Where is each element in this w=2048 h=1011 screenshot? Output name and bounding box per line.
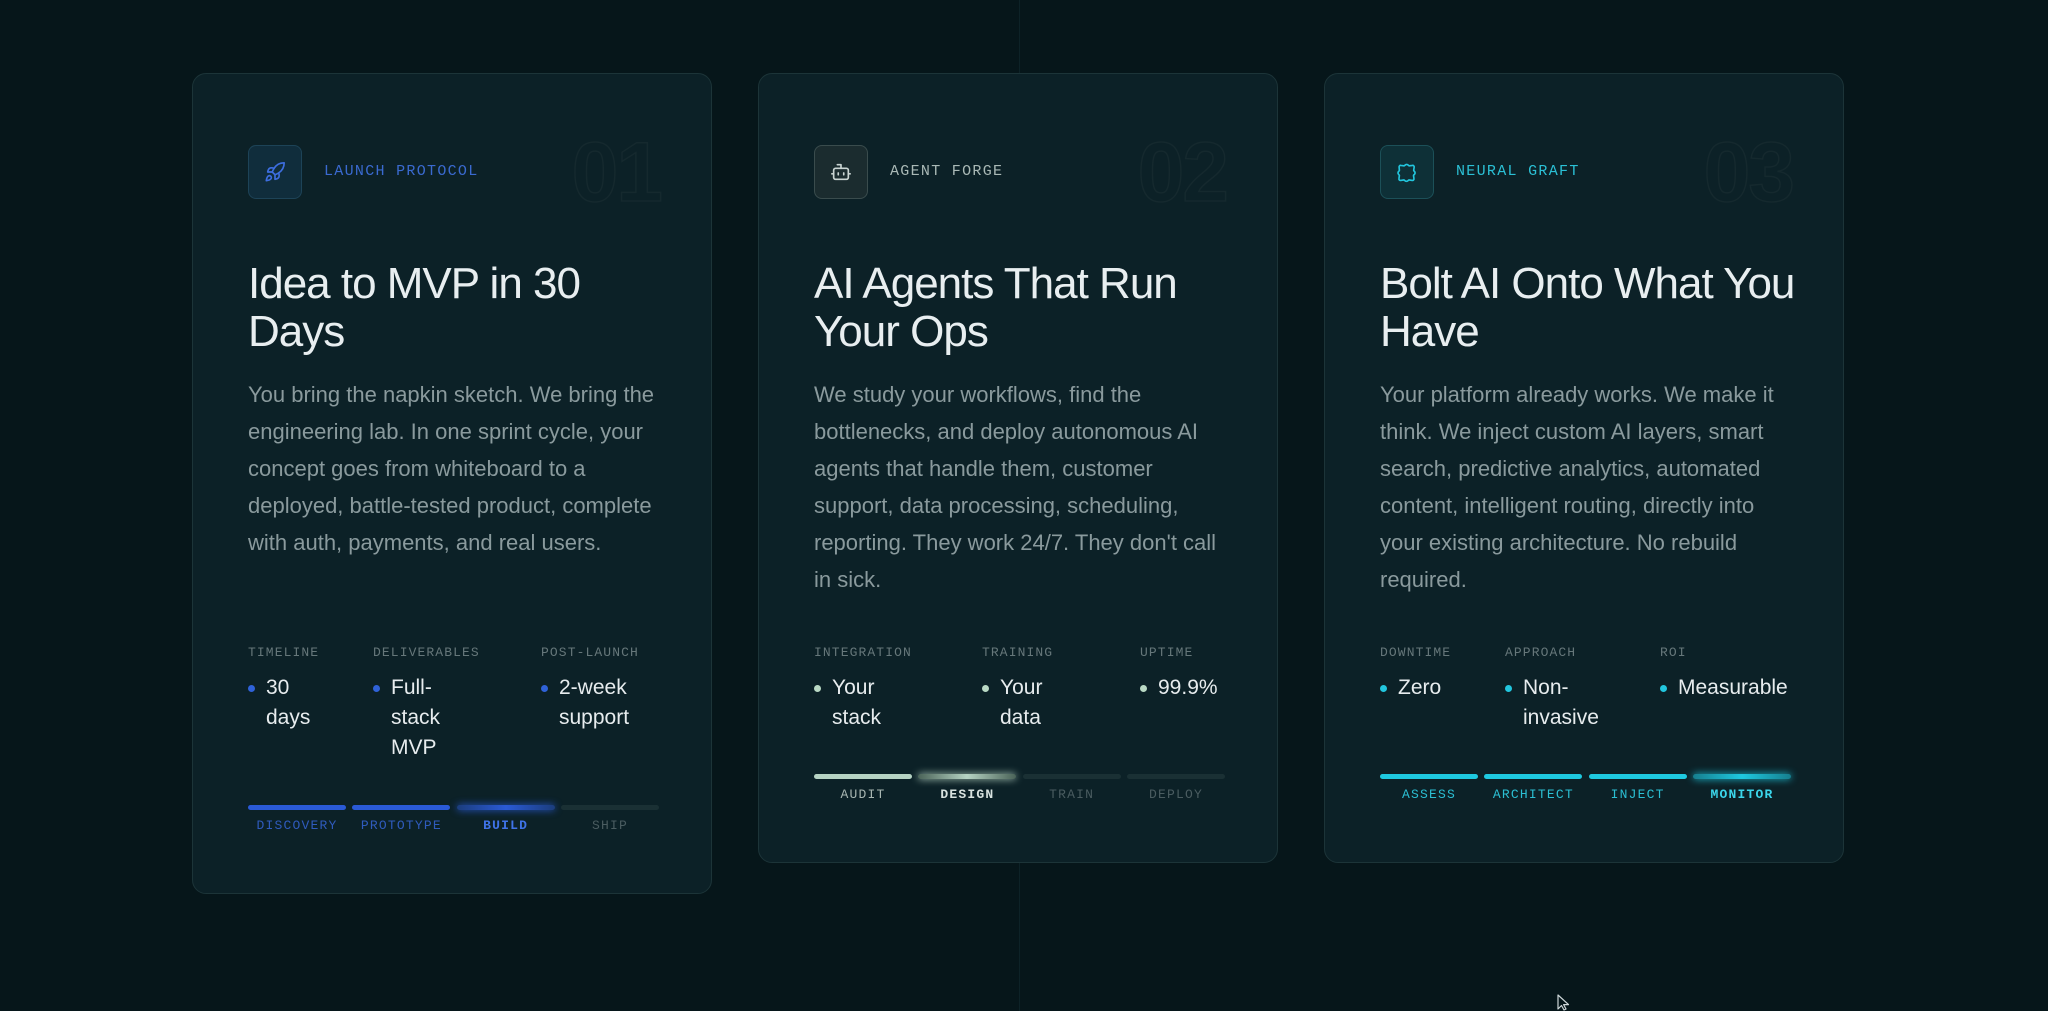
step-bar <box>352 805 451 810</box>
stat-label: INTEGRATION <box>814 645 912 660</box>
stat-label: ROI <box>1660 645 1687 660</box>
card-description: Your platform already works. We make it … <box>1380 382 1774 592</box>
step-build: BUILD <box>456 805 555 834</box>
bullet-dot <box>373 685 380 692</box>
stat-value: Your stack <box>832 676 882 729</box>
service-card-agent-forge[interactable]: AGENT FORGE 02 AI Agents That Run Your O… <box>758 73 1278 863</box>
stat-integration: INTEGRATION Your stack <box>814 645 982 733</box>
step-bar <box>1484 774 1583 779</box>
step-label: MONITOR <box>1710 787 1774 802</box>
bullet-dot <box>1380 685 1387 692</box>
step-assess: ASSESS <box>1380 774 1478 803</box>
step-label: SHIP <box>591 818 628 833</box>
step-ship: SHIP <box>560 805 659 834</box>
stat-label: APPROACH <box>1505 645 1577 660</box>
step-audit: AUDIT <box>814 774 912 803</box>
stat-uptime: UPTIME 99.9% <box>1140 645 1235 733</box>
stat-value: Measurable <box>1678 676 1788 699</box>
bullet-dot <box>982 685 989 692</box>
step-architect: ARCHITECT <box>1484 774 1583 803</box>
step-bar <box>560 805 659 810</box>
stat-label: UPTIME <box>1140 645 1194 660</box>
stat-label: DELIVERABLES <box>373 645 480 660</box>
step-discovery: DISCOVERY <box>248 805 346 834</box>
card-description: You bring the napkin sketch. We bring th… <box>248 382 655 555</box>
stat-deliverables: DELIVERABLES Full-stack MVP <box>373 645 541 763</box>
stat-value: Your data <box>1000 676 1043 729</box>
bullet-dot <box>541 685 548 692</box>
stat-label: DOWNTIME <box>1380 645 1452 660</box>
step-bar <box>456 805 555 810</box>
card-title: Bolt AI Onto What You Have <box>1380 259 1795 356</box>
step-bar <box>1588 774 1687 779</box>
card-stats: TIMELINE 30 days DELIVERABLES Full-stack… <box>248 645 659 763</box>
card-title: AI Agents That Run Your Ops <box>814 259 1178 356</box>
stat-value: 30 days <box>266 676 311 729</box>
step-bar <box>814 774 912 779</box>
step-bar <box>1380 774 1478 779</box>
card-tag: AGENT FORGE <box>890 163 1004 180</box>
bullet-dot <box>814 685 821 692</box>
card-tag: NEURAL GRAFT <box>1456 163 1580 180</box>
service-card-launch-protocol[interactable]: LAUNCH PROTOCOL 01 Idea to MVP in 30 Day… <box>192 73 712 894</box>
robot-icon <box>814 145 868 199</box>
step-label: INJECT <box>1610 787 1665 802</box>
phase-progress: AUDIT DESIGN TRAIN DEPLOY <box>814 774 1225 803</box>
stat-approach: APPROACH Non-invasive <box>1505 645 1660 733</box>
step-label: ASSESS <box>1401 787 1456 802</box>
stat-value: 99.9% <box>1158 676 1218 699</box>
rocket-icon <box>248 145 302 199</box>
phase-progress: ASSESS ARCHITECT INJECT MONITOR <box>1380 774 1791 803</box>
stat-value: 2-week support <box>559 676 630 729</box>
step-label: DISCOVERY <box>256 818 338 833</box>
card-tag: LAUNCH PROTOCOL <box>324 163 479 180</box>
bullet-dot <box>1660 685 1667 692</box>
step-inject: INJECT <box>1588 774 1687 803</box>
card-stats: DOWNTIME Zero APPROACH Non-invasive ROI … <box>1380 645 1800 733</box>
phase-progress: DISCOVERY PROTOTYPE BUILD SHIP <box>248 805 659 834</box>
step-bar <box>1692 774 1791 779</box>
step-prototype: PROTOTYPE <box>352 805 451 834</box>
stat-label: POST-LAUNCH <box>541 645 639 660</box>
step-bar <box>1022 774 1121 779</box>
mouse-cursor-icon <box>1557 994 1570 1011</box>
bullet-dot <box>1505 685 1512 692</box>
card-number: 02 <box>1137 125 1230 219</box>
step-label: DESIGN <box>940 787 995 802</box>
step-deploy: DEPLOY <box>1126 774 1225 803</box>
step-label: PROTOTYPE <box>360 818 442 833</box>
stat-value: Zero <box>1398 676 1442 699</box>
step-bar <box>918 774 1017 779</box>
bullet-dot <box>248 685 255 692</box>
stat-label: TIMELINE <box>248 645 320 660</box>
step-label: TRAIN <box>1049 787 1095 802</box>
card-number: 01 <box>571 125 664 219</box>
step-label: DEPLOY <box>1148 787 1203 802</box>
stat-roi: ROI Measurable <box>1660 645 1800 733</box>
stat-post-launch: POST-LAUNCH 2-week support <box>541 645 659 763</box>
service-card-neural-graft[interactable]: NEURAL GRAFT 03 Bolt AI Onto What You Ha… <box>1324 73 1844 863</box>
step-label: AUDIT <box>840 787 886 802</box>
puzzle-icon <box>1380 145 1434 199</box>
stat-downtime: DOWNTIME Zero <box>1380 645 1505 733</box>
stat-label: TRAINING <box>982 645 1054 660</box>
step-bar <box>248 805 346 810</box>
card-description: We study your workflows, find the bottle… <box>814 382 1217 592</box>
step-bar <box>1126 774 1225 779</box>
card-number: 03 <box>1703 125 1796 219</box>
bullet-dot <box>1140 685 1147 692</box>
step-design: DESIGN <box>918 774 1017 803</box>
step-train: TRAIN <box>1022 774 1121 803</box>
stat-timeline: TIMELINE 30 days <box>248 645 373 763</box>
stat-value: Non-invasive <box>1523 676 1599 729</box>
card-title: Idea to MVP in 30 Days <box>248 259 581 356</box>
step-label: ARCHITECT <box>1492 787 1574 802</box>
stat-training: TRAINING Your data <box>982 645 1140 733</box>
stat-value: Full-stack MVP <box>391 676 441 759</box>
card-stats: INTEGRATION Your stack TRAINING Your dat… <box>814 645 1235 733</box>
step-label: BUILD <box>483 818 529 833</box>
step-monitor: MONITOR <box>1692 774 1791 803</box>
